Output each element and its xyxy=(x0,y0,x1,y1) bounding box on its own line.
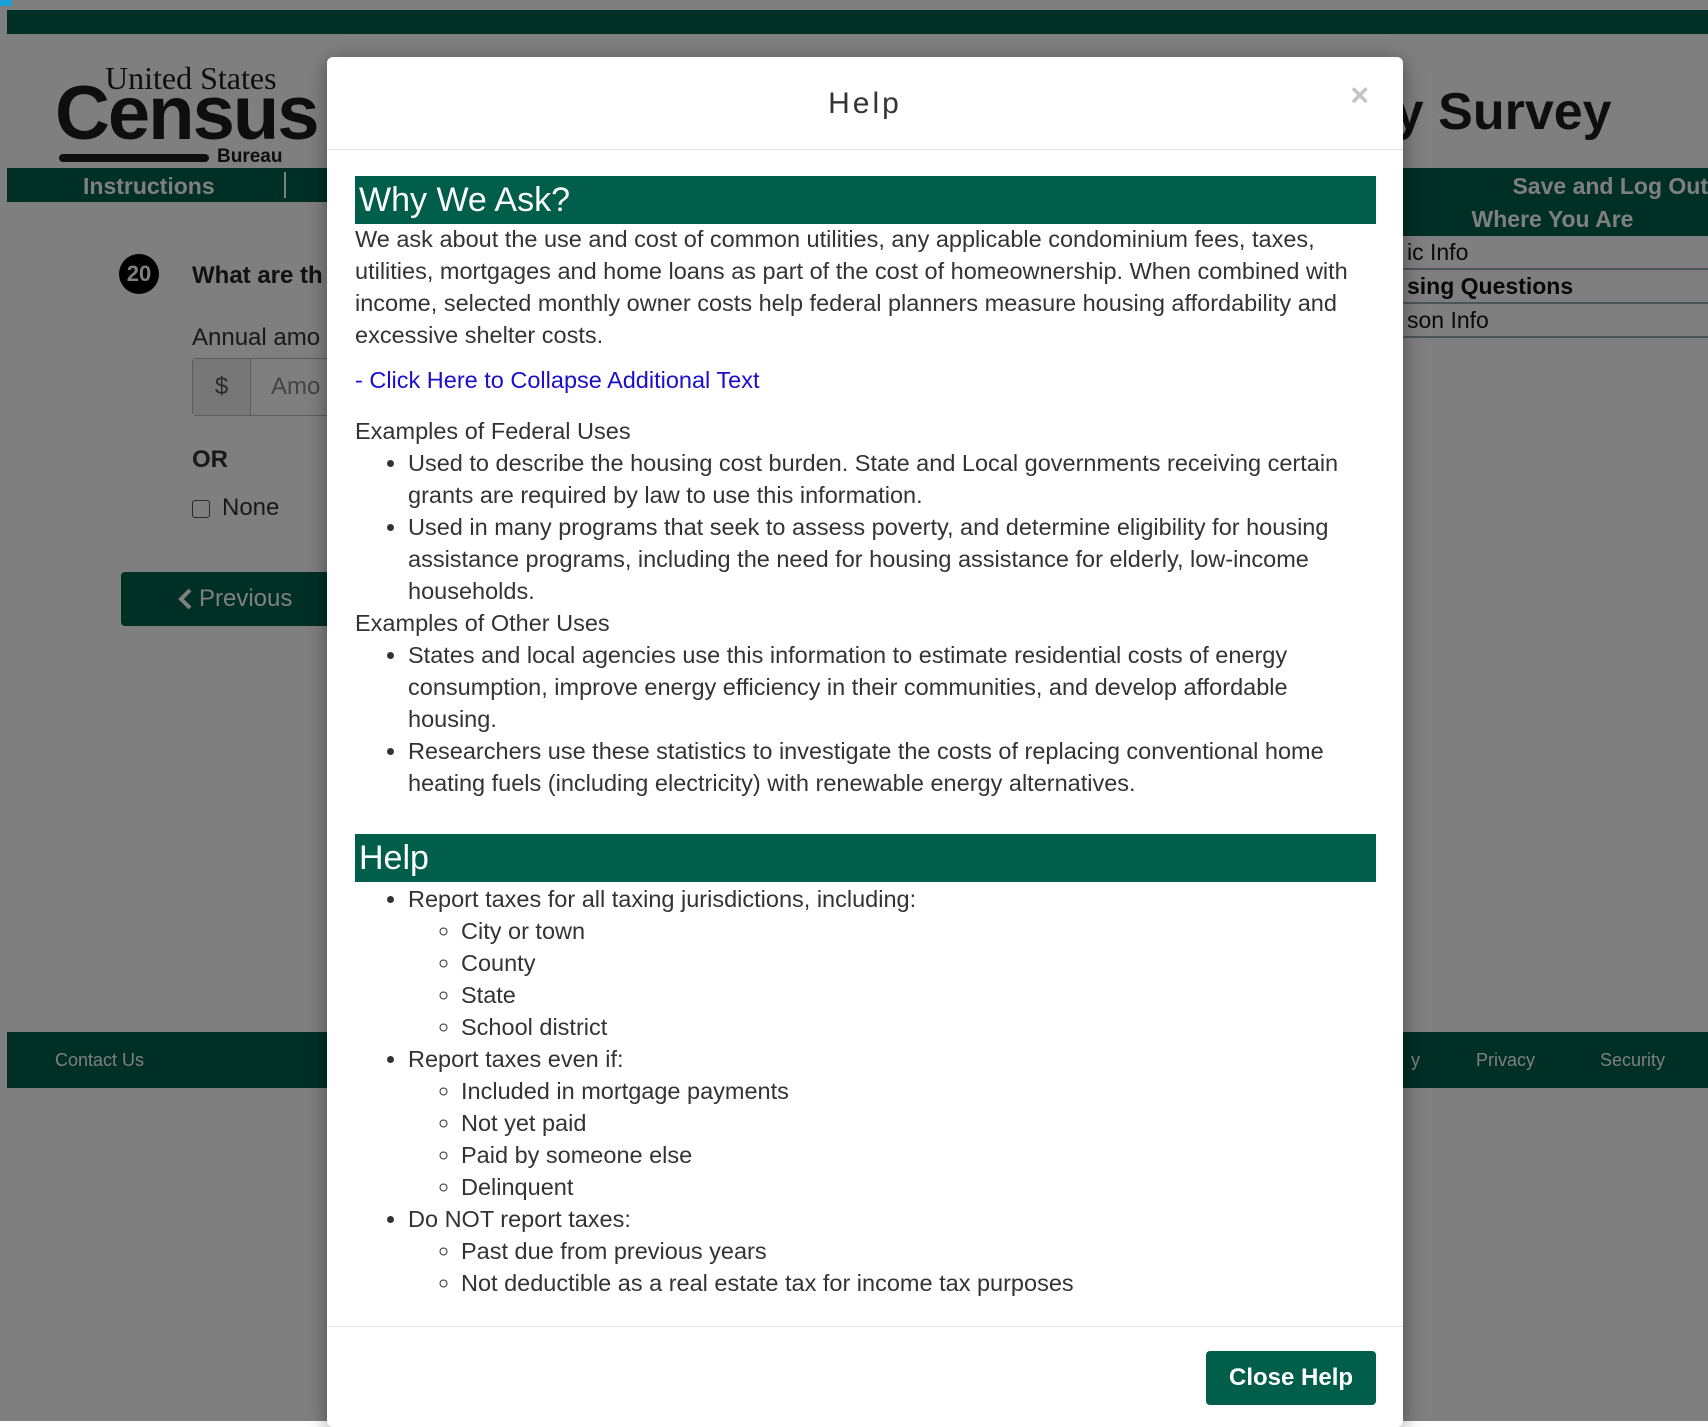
list-item: Paid by someone else xyxy=(461,1139,1376,1171)
list-item: State xyxy=(461,979,1376,1011)
list-item: Do NOT report taxes: Past due from previ… xyxy=(408,1203,1376,1299)
help-sublist: Past due from previous years Not deducti… xyxy=(408,1235,1376,1299)
collapse-text-link[interactable]: - Click Here to Collapse Additional Text xyxy=(355,367,759,394)
federal-uses-heading: Examples of Federal Uses xyxy=(355,418,631,444)
modal-title: Help xyxy=(828,87,902,120)
list-item: States and local agencies use this infor… xyxy=(408,639,1376,735)
other-uses-list: States and local agencies use this infor… xyxy=(355,639,1376,799)
list-item: Report taxes even if: Included in mortga… xyxy=(408,1043,1376,1203)
help-list: Report taxes for all taxing jurisdiction… xyxy=(355,883,1376,1299)
why-we-ask-text: We ask about the use and cost of common … xyxy=(355,223,1376,351)
help-modal: Help × Why We Ask? We ask about the use … xyxy=(327,57,1403,1427)
help-group-label: Do NOT report taxes: xyxy=(408,1206,631,1232)
other-uses-heading: Examples of Other Uses xyxy=(355,610,610,636)
corner-mark xyxy=(0,0,12,6)
list-item: Used to describe the housing cost burden… xyxy=(408,447,1376,511)
help-heading: Help xyxy=(355,834,1376,882)
help-sublist: Included in mortgage payments Not yet pa… xyxy=(408,1075,1376,1203)
list-item: Report taxes for all taxing jurisdiction… xyxy=(408,883,1376,1043)
help-group-label: Report taxes for all taxing jurisdiction… xyxy=(408,886,917,912)
list-item: Researchers use these statistics to inve… xyxy=(408,735,1376,799)
list-item: School district xyxy=(461,1011,1376,1043)
list-item: Past due from previous years xyxy=(461,1235,1376,1267)
help-section: Report taxes for all taxing jurisdiction… xyxy=(355,883,1376,1299)
list-item: Delinquent xyxy=(461,1171,1376,1203)
list-item: County xyxy=(461,947,1376,979)
federal-uses-list: Used to describe the housing cost burden… xyxy=(355,447,1376,607)
list-item: City or town xyxy=(461,915,1376,947)
list-item: Not yet paid xyxy=(461,1107,1376,1139)
why-we-ask-heading: Why We Ask? xyxy=(355,176,1376,224)
help-sublist: City or town County State School distric… xyxy=(408,915,1376,1043)
close-help-button[interactable]: Close Help xyxy=(1206,1351,1376,1405)
close-icon[interactable]: × xyxy=(1350,77,1369,114)
list-item: Used in many programs that seek to asses… xyxy=(408,511,1376,607)
list-item: Not deductible as a real estate tax for … xyxy=(461,1267,1376,1299)
help-group-label: Report taxes even if: xyxy=(408,1046,624,1072)
list-item: Included in mortgage payments xyxy=(461,1075,1376,1107)
uses-section: Examples of Federal Uses Used to describ… xyxy=(355,415,1376,799)
modal-header: Help × xyxy=(327,57,1403,150)
why-we-ask-paragraph: We ask about the use and cost of common … xyxy=(355,226,1348,348)
modal-footer: Close Help xyxy=(327,1326,1403,1427)
